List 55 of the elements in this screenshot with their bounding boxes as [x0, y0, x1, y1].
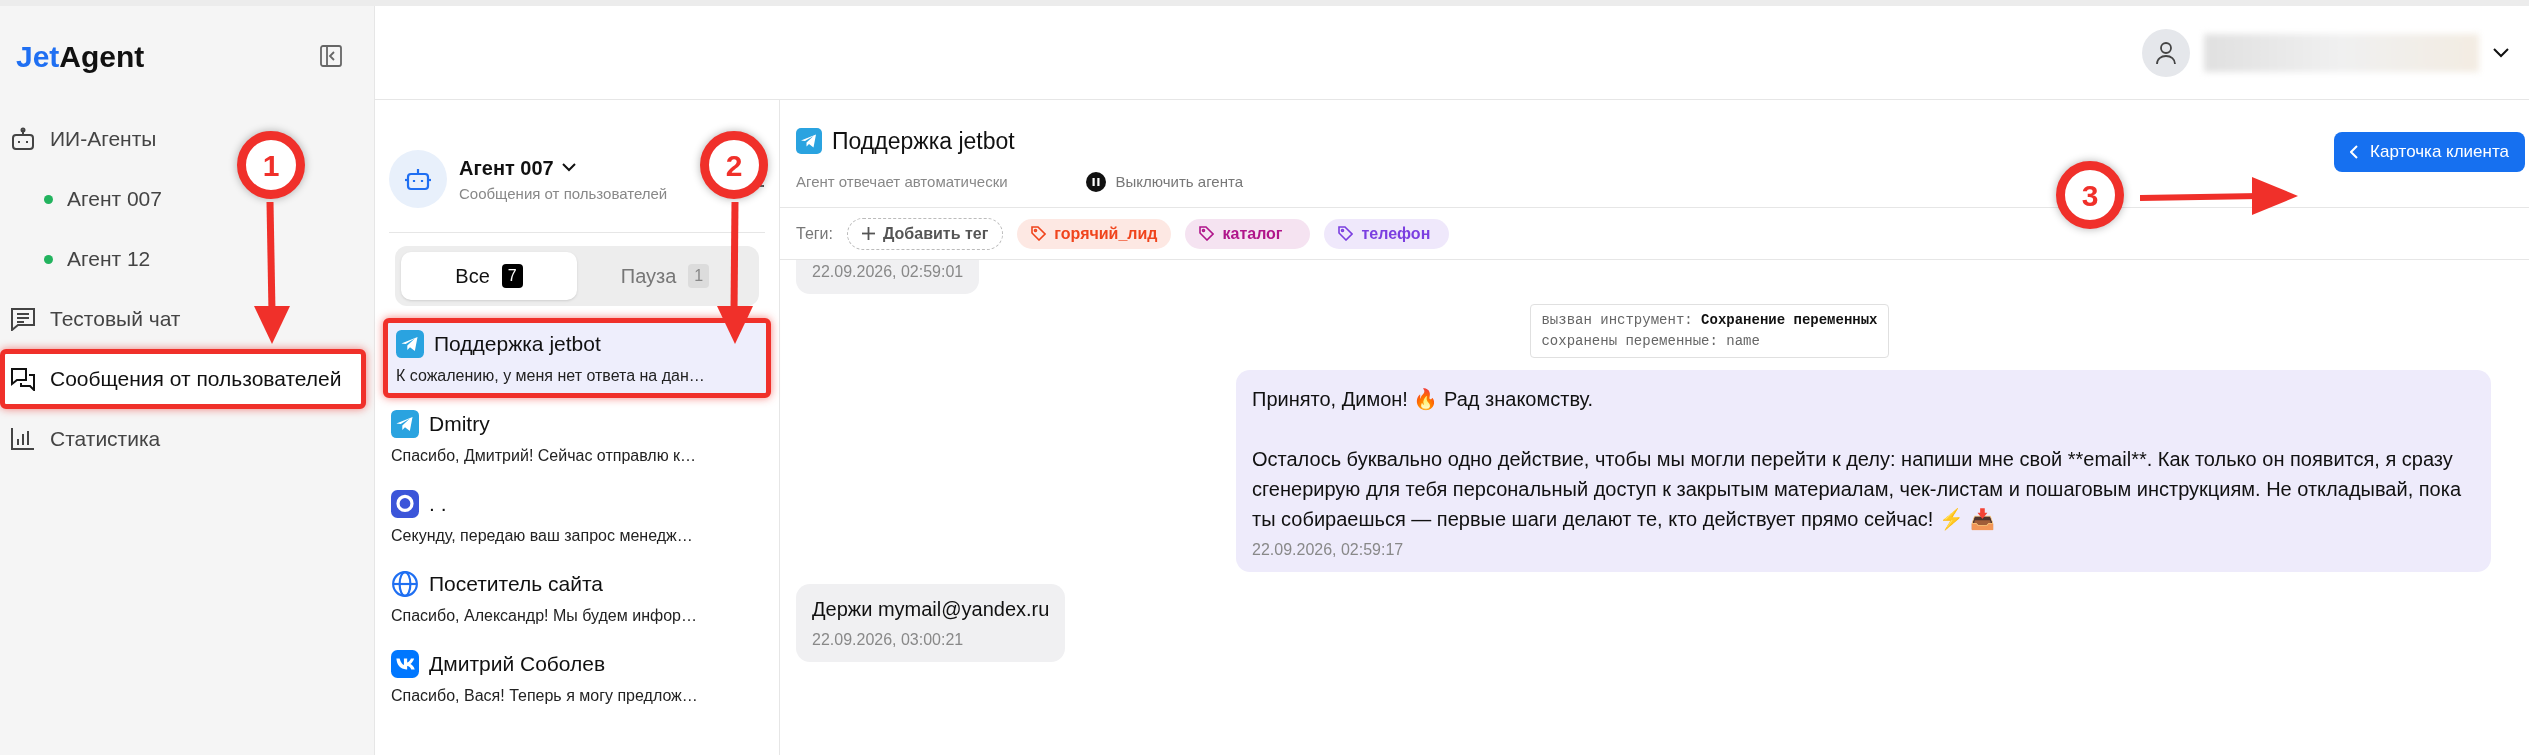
message-text: Принято, Димон! 🔥 Рад знакомству. Осталось буквально одно действие, чтобы мы могли перейти к делу: напиши мне свой **email**. Как только он появится, я сразу сгенерирую для тебя персональный доступ к закрытым материалам, чек-листам и пошаговым инструкциям. Не откладывай, пока ты собираешься — первые шаги делают те, кто действует прямо сейчас! ⚡ 📥: [1252, 387, 2462, 533]
chat-list-item[interactable]: Посетитель сайта Спасибо, Александр! Мы будем инфор…: [383, 558, 771, 638]
jetagent-logo: JetAgent: [16, 38, 145, 75]
tool-call-info: вызван инструмент: Сохранение переменных сохранены переменные: name: [1530, 304, 1889, 358]
bar-chart-icon: [10, 427, 36, 451]
chevron-down-icon[interactable]: [2493, 47, 2509, 58]
sidebar-item[interactable]: Агент 007: [0, 169, 168, 229]
chat-list-item[interactable]: Поддержка jetbot К сожалению, у меня нет ответа на дан…: [383, 318, 771, 398]
message-text: Держи mymail@yandex.ru: [812, 597, 1050, 622]
client-card-button[interactable]: Карточка клиента: [2334, 132, 2525, 172]
chevron-down-icon[interactable]: [561, 163, 576, 173]
chat-icon: [10, 307, 36, 331]
chat-list-item[interactable]: Dmitry Спасибо, Дмитрий! Сейчас отправлю к…: [383, 398, 771, 478]
chat-list-item[interactable]: . . Секунду, передаю ваш запрос менедж…: [383, 478, 771, 558]
sidebar-item[interactable]: Статистика: [0, 409, 167, 469]
count-badge: 1: [688, 264, 710, 288]
telegram-icon: [396, 330, 424, 358]
person-icon: [2155, 40, 2177, 65]
pause-icon: [1085, 171, 1106, 192]
tag-chip[interactable]: каталог: [1185, 218, 1311, 249]
chevron-left-icon: [2350, 145, 2359, 159]
chat-list-item[interactable]: Дмитрий Соболев Спасибо, Вася! Теперь я могу предлож…: [383, 638, 771, 718]
sidebar-item[interactable]: Тестовый чат: [0, 289, 187, 349]
annotation-number: 3: [2056, 161, 2124, 229]
filter-tab[interactable]: Все 7: [401, 252, 577, 300]
message-time: 22.09.2026, 03:00:21: [812, 630, 965, 650]
sidebar-item[interactable]: Сообщения от пользователей: [0, 349, 366, 409]
agent-name[interactable]: Агент 007: [459, 152, 554, 183]
plus-icon: [862, 227, 875, 240]
robot-icon: [404, 167, 432, 191]
user-avatar[interactable]: [2142, 28, 2190, 77]
globe-icon: [391, 570, 419, 598]
count-badge: 7: [501, 264, 523, 288]
collapse-sidebar-icon[interactable]: [320, 45, 342, 67]
message-time: 22.09.2026, 02:59:17: [1252, 540, 1405, 560]
chat-title: Поддержка jetbot: [832, 127, 1015, 156]
pause-agent-button[interactable]: Выключить агента: [1085, 170, 1243, 193]
filter-tab[interactable]: Пауза 1: [577, 252, 753, 300]
two-chat-bubbles-icon: [10, 367, 36, 391]
agent-subtitle: Сообщения от пользователей: [459, 183, 669, 204]
sidebar-item[interactable]: Агент 12: [0, 229, 157, 289]
vk-icon: [391, 650, 419, 678]
tag-chip[interactable]: телефон: [1324, 218, 1450, 249]
tag-icon: [1031, 226, 1047, 241]
robot-icon: [10, 127, 36, 151]
annotation-number: 2: [700, 131, 768, 199]
tag-icon: [1338, 226, 1354, 241]
chat-app-icon: [391, 490, 419, 518]
message-time: 22.09.2026, 02:59:01: [812, 262, 964, 282]
telegram-icon: [391, 410, 419, 438]
telegram-icon: [796, 128, 822, 155]
tag-icon: [1199, 226, 1215, 241]
tags-label: Теги:: [796, 223, 833, 244]
agent-status: Агент отвечает автоматически: [796, 171, 1008, 192]
sidebar-item[interactable]: ИИ-Агенты: [0, 109, 163, 169]
